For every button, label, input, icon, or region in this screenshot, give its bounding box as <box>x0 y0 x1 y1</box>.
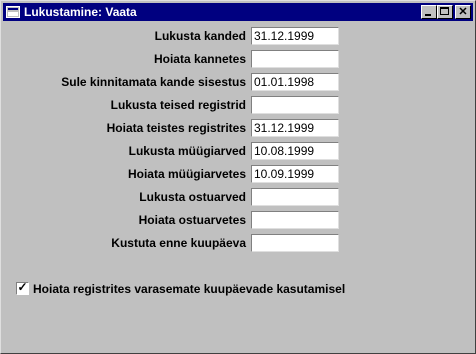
maximize-button[interactable] <box>437 5 453 19</box>
close-button[interactable]: ✕ <box>455 5 471 19</box>
minimize-icon <box>425 14 431 16</box>
field-label: Sule kinnitamata kande sisestus <box>61 75 246 89</box>
field-input[interactable] <box>254 120 336 135</box>
warn-purchase-invoices-date-field[interactable] <box>251 211 339 229</box>
field-label: Kustuta enne kuupäeva <box>111 236 246 250</box>
field-input[interactable] <box>254 143 336 158</box>
field-row-lock-purchase-invoices: Lukusta ostuarved <box>1 187 476 207</box>
delete-before-date-field[interactable] <box>251 234 339 252</box>
window-title: Lukustamine: Vaata <box>24 5 137 19</box>
field-input[interactable] <box>254 74 336 89</box>
field-row-warn-entries: Hoiata kannetes <box>1 49 476 69</box>
lock-window: Lukustamine: Vaata ✕ Lukusta kanded Hoia… <box>0 0 476 354</box>
field-label: Lukusta ostuarved <box>139 190 246 204</box>
field-input[interactable] <box>254 235 336 250</box>
field-row-delete-before-date: Kustuta enne kuupäeva <box>1 233 476 253</box>
field-label: Hoiata kannetes <box>153 52 246 66</box>
close-icon: ✕ <box>458 6 468 18</box>
field-row-warn-purchase-invoices: Hoiata ostuarvetes <box>1 210 476 230</box>
maximize-icon <box>440 7 449 15</box>
lock-other-registers-date-field[interactable] <box>251 96 339 114</box>
warn-sales-invoices-date-field[interactable] <box>251 165 339 183</box>
field-row-lock-other-registers: Lukusta teised registrid <box>1 95 476 115</box>
field-input[interactable] <box>254 28 336 43</box>
field-label: Hoiata teistes registrites <box>106 121 246 135</box>
warn-earlier-dates-label[interactable]: Hoiata registrites varasemate kuupäevade… <box>33 281 345 297</box>
field-input[interactable] <box>254 51 336 66</box>
minimize-button[interactable] <box>421 5 437 19</box>
field-input[interactable] <box>254 97 336 112</box>
warn-entries-date-field[interactable] <box>251 50 339 68</box>
field-row-lock-entries: Lukusta kanded <box>1 26 476 46</box>
field-label: Lukusta müügiarved <box>128 144 246 158</box>
field-label: Lukusta kanded <box>154 29 246 43</box>
lock-purchase-invoices-date-field[interactable] <box>251 188 339 206</box>
lock-entries-date-field[interactable] <box>251 27 339 45</box>
checkmark-icon: ✓ <box>17 280 28 294</box>
field-label: Hoiata müügiarvetes <box>127 167 246 181</box>
warn-other-registers-date-field[interactable] <box>251 119 339 137</box>
lock-sales-invoices-date-field[interactable] <box>251 142 339 160</box>
close-unapproved-date-field[interactable] <box>251 73 339 91</box>
window-icon[interactable] <box>6 6 20 18</box>
field-label: Hoiata ostuarvetes <box>138 213 246 227</box>
field-input[interactable] <box>254 166 336 181</box>
warn-earlier-dates-checkbox[interactable]: ✓ <box>16 280 29 295</box>
field-input[interactable] <box>254 212 336 227</box>
field-input[interactable] <box>254 189 336 204</box>
field-row-close-unapproved: Sule kinnitamata kande sisestus <box>1 72 476 92</box>
field-row-warn-other-registers: Hoiata teistes registrites <box>1 118 476 138</box>
field-row-warn-sales-invoices: Hoiata müügiarvetes <box>1 164 476 184</box>
field-row-lock-sales-invoices: Lukusta müügiarved <box>1 141 476 161</box>
title-bar[interactable]: Lukustamine: Vaata ✕ <box>3 3 473 21</box>
field-label: Lukusta teised registrid <box>110 98 246 112</box>
